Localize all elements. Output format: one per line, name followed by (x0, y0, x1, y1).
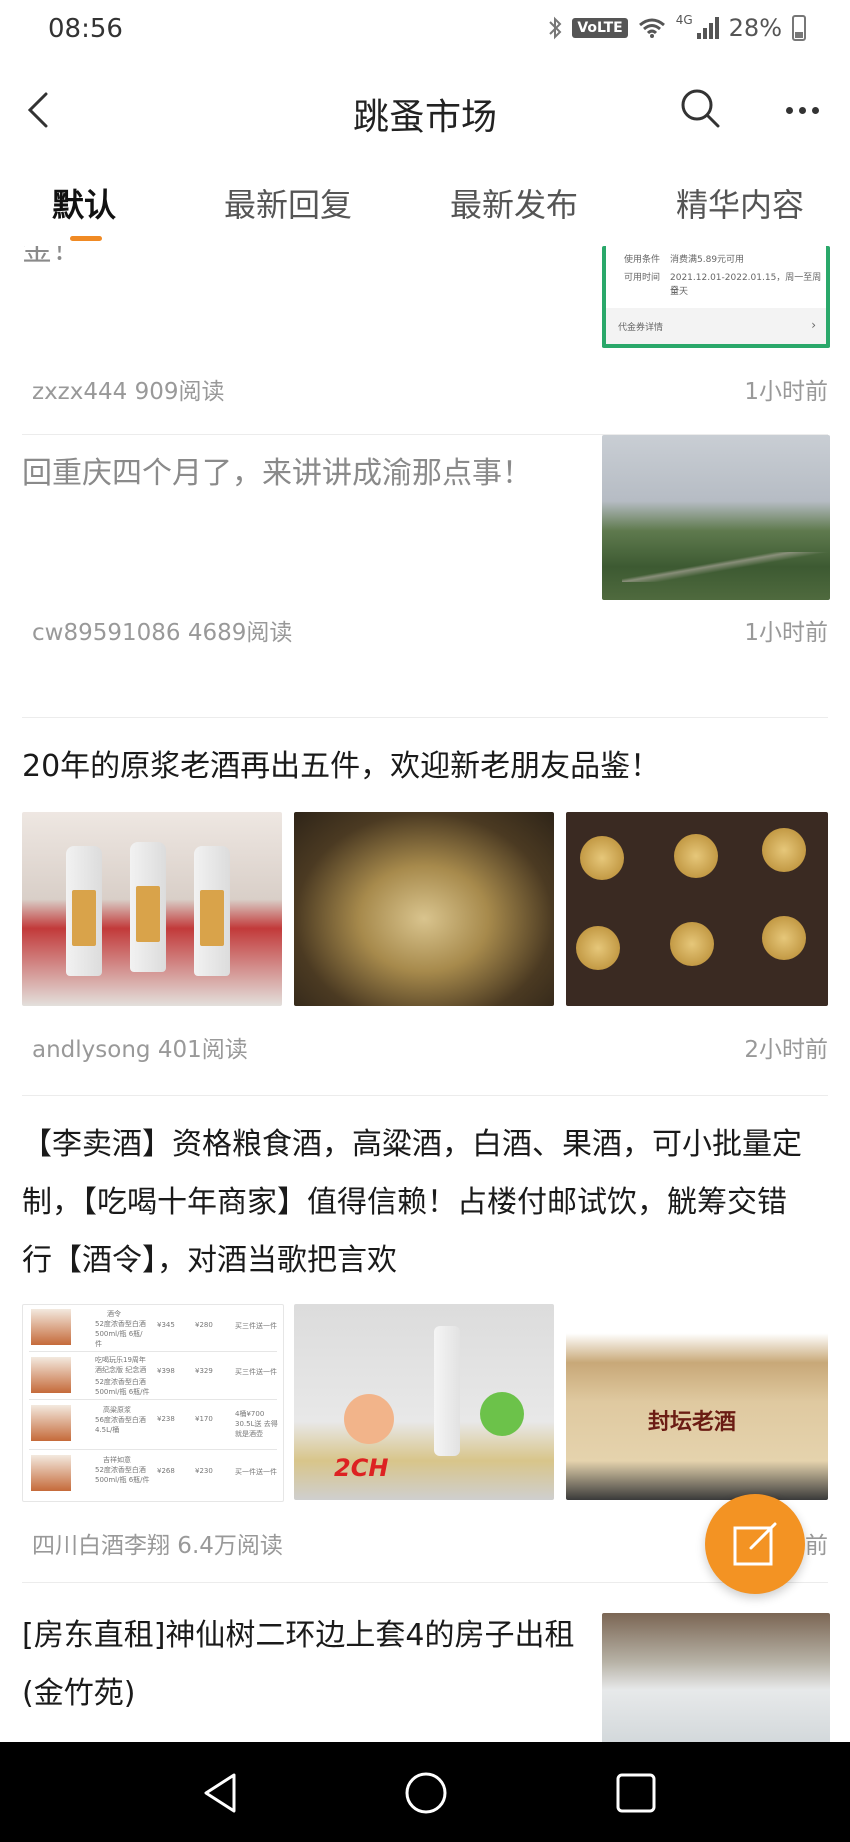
tab-bar: 默认 最新回复 最新发布 精华内容 (0, 168, 850, 246)
nav-back-icon[interactable] (194, 1767, 246, 1819)
price-item-name: 高粱原浆 (103, 1406, 131, 1414)
post-author-reads: cw89591086 4689阅读 (32, 620, 293, 646)
tab-active-indicator (70, 236, 102, 241)
post-time: 2小时前 (744, 1037, 828, 1063)
battery-icon (792, 15, 806, 41)
post-image-price-list: 酒令 52度浓香型白酒 500ml/瓶 6瓶/件 ¥345 ¥280 买三件送一… (22, 1304, 284, 1502)
post-image-bottle-caps (566, 812, 828, 1006)
post-thumbnail-mountain (602, 435, 830, 600)
post-title: 回重庆四个月了，来讲讲成渝那点事！ (22, 456, 532, 491)
price-item-price: ¥170 (195, 1415, 213, 1423)
post-author-reads: zxzx444 909阅读 (32, 379, 225, 405)
post-time: 1小时前 (744, 620, 828, 646)
more-options-icon[interactable] (778, 92, 826, 128)
price-item-orig: ¥345 (157, 1321, 175, 1329)
price-item-orig: ¥238 (157, 1415, 175, 1423)
post-title: 金！ (22, 246, 82, 268)
post-image-liquor-jar: 封坛老酒 (566, 1304, 828, 1500)
post-author-reads: andlysong 401阅读 (32, 1037, 248, 1063)
post-item[interactable]: [房东直租]神仙树二环边上套4的房子出租(金竹苑) (0, 1583, 850, 1742)
jar-label: 封坛老酒 (648, 1410, 737, 1435)
price-item-orig: ¥398 (157, 1367, 175, 1375)
price-item-note: 4桶¥700 30.5L送 去得就是酒壶 (235, 1410, 278, 1438)
post-image-liquor-bottles (22, 812, 282, 1006)
post-thumbnail-apartment (602, 1613, 830, 1742)
price-item-name: 吃喝玩乐19周年 酒纪念版 纪念酒 (95, 1356, 147, 1374)
post-image-figurines: 2CH (294, 1304, 554, 1500)
compose-icon (733, 1522, 777, 1566)
tab-default[interactable]: 默认 (52, 180, 116, 226)
coupon-value: 全天 (670, 287, 689, 297)
battery-percent: 28% (728, 14, 782, 42)
post-title: 20年的原浆老酒再出五件，欢迎新老朋友品鉴！ (22, 749, 661, 784)
post-time: 1小时前 (744, 379, 828, 405)
post-item[interactable]: 回重庆四个月了，来讲讲成渝那点事！ cw89591086 4689阅读 1小时前 (0, 435, 850, 717)
post-author-reads: 四川白酒李翔 6.4万阅读 (32, 1533, 283, 1559)
price-item-name: 吉祥如意 (103, 1456, 131, 1464)
post-item[interactable]: 20年的原浆老酒再出五件，欢迎新老朋友品鉴！ andlysong 401阅读 2… (0, 718, 850, 1095)
network-type: 4G (675, 13, 693, 27)
post-image-liquor-glass (294, 812, 554, 1006)
tab-latest-reply[interactable]: 最新回复 (224, 180, 352, 226)
price-item-price: ¥280 (195, 1321, 213, 1329)
coupon-value: 消费满5.89元可用 (670, 255, 745, 265)
price-item-price: ¥329 (195, 1367, 213, 1375)
tab-featured[interactable]: 精华内容 (676, 180, 804, 226)
price-item-orig: ¥268 (157, 1467, 175, 1475)
price-item-note: 买三件送一件 (235, 1368, 277, 1376)
tab-latest-post[interactable]: 最新发布 (450, 180, 578, 226)
nav-bar: 跳蚤市场 (0, 70, 850, 150)
post-thumbnail-coupon: 使用条件 消费满5.89元可用 可用时间 2021.12.01-2022.01.… (602, 246, 830, 348)
post-title: 【李卖酒】资格粮食酒，高粱酒，白酒、果酒，可小批量定制，【吃喝十年商家】值得信赖… (22, 1127, 802, 1278)
coupon-label: 可用时间 (624, 273, 661, 283)
price-item-spec: 52度浓香型白酒 500ml/瓶 6瓶/件 (95, 1320, 146, 1348)
nav-recents-icon[interactable] (610, 1767, 662, 1819)
wifi-icon (638, 18, 665, 38)
coupon-label: 使用条件 (624, 255, 661, 265)
bluetooth-icon (549, 16, 562, 40)
price-item-spec: 56度浓香型白酒 4.5L/桶 (95, 1416, 146, 1434)
system-navigation-bar (0, 1742, 850, 1842)
signal-icon (696, 17, 719, 39)
volte-badge: VoLTE (572, 18, 628, 38)
coupon-footer: 代金券详情 (618, 323, 664, 333)
price-item-spec: 52度浓香型白酒 500ml/瓶 6瓶/件 (95, 1466, 150, 1484)
chevron-right-icon: › (811, 318, 816, 332)
post-time: 前 (805, 1533, 828, 1559)
search-icon[interactable] (676, 84, 724, 132)
price-item-name: 酒令 (107, 1310, 121, 1318)
post-title: [房东直租]神仙树二环边上套4的房子出租(金竹苑) (22, 1618, 575, 1711)
status-time: 08:56 (48, 14, 123, 44)
status-icons: VoLTE 4G 28% (548, 13, 806, 42)
price-item-price: ¥230 (195, 1467, 213, 1475)
nav-home-icon[interactable] (400, 1767, 452, 1819)
price-item-note: 买一件送一件 (235, 1468, 277, 1476)
status-bar: 08:56 VoLTE 4G 28% (0, 0, 850, 60)
new-post-button[interactable] (705, 1494, 805, 1594)
figures-label: 2CH (334, 1454, 389, 1482)
price-item-note: 买三件送一件 (235, 1322, 277, 1330)
price-item-spec: 52度浓香型白酒 500ml/瓶 6瓶/件 (95, 1378, 150, 1396)
post-item[interactable]: 金！ 使用条件 消费满5.89元可用 可用时间 2021.12.01-2022.… (0, 246, 850, 434)
coupon-value: 2021.12.01-2022.01.15，周一至周日 (670, 273, 822, 296)
